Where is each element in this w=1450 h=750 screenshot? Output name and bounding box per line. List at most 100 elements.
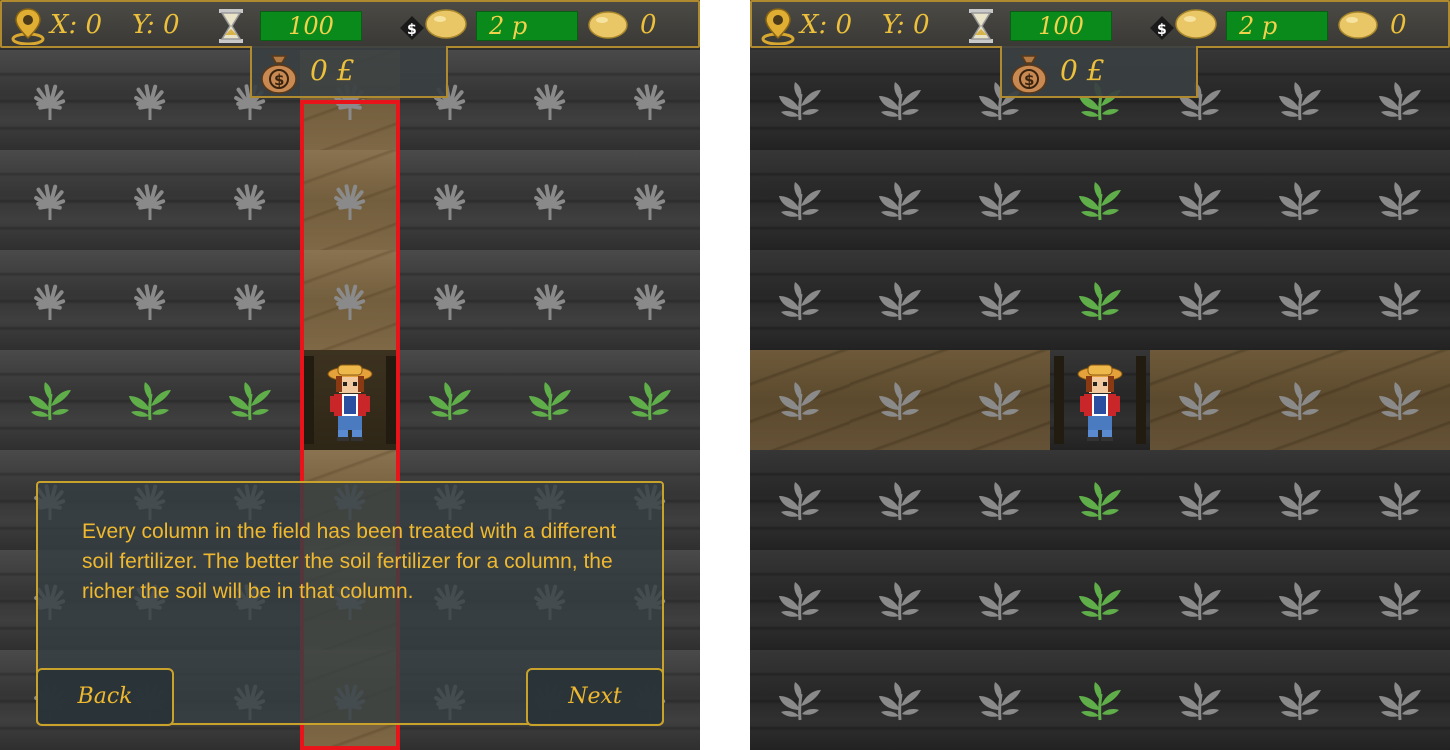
potato-plant-icon — [29, 382, 71, 421]
field-tile — [1350, 50, 1450, 150]
price-tag-potato-icon: $ — [1150, 9, 1217, 40]
field-tile — [400, 150, 500, 250]
field-tile — [500, 50, 600, 150]
price-tag-potato-icon: $ — [400, 9, 467, 40]
potato-plant-icon — [1079, 682, 1121, 721]
potato-plant-icon — [879, 182, 921, 221]
hud-bar: X: 0 Y: 0 100 $ 2 p 0 — [750, 0, 1450, 48]
potato-plant-icon — [979, 182, 1021, 221]
withered-plant-icon — [34, 84, 66, 120]
tutorial-message: Every column in the field has been treat… — [82, 520, 617, 603]
field-tile — [750, 250, 850, 350]
withered-plant-icon — [634, 284, 666, 320]
svg-text:$: $ — [407, 22, 417, 38]
withered-plant-icon — [634, 184, 666, 220]
timer-value: 100 — [1010, 11, 1112, 41]
back-button[interactable]: Back — [36, 668, 174, 726]
field-tile — [750, 550, 850, 650]
withered-plant-icon — [534, 84, 566, 120]
field-tile — [1350, 450, 1450, 550]
field-tile — [850, 550, 950, 650]
potato-plant-icon — [979, 482, 1021, 521]
potato-plant-icon — [1279, 682, 1321, 721]
field-tile — [1250, 450, 1350, 550]
field-tile — [500, 350, 600, 450]
field-tile — [500, 250, 600, 350]
potato-plant-icon — [979, 282, 1021, 321]
potato-plant-icon — [1279, 282, 1321, 321]
field-tile — [750, 350, 850, 450]
field-tile — [950, 650, 1050, 750]
potato-plant-icon — [779, 282, 821, 321]
potato-plant-icon — [129, 382, 171, 421]
potato-plant-icon — [1279, 382, 1321, 421]
field-tile — [950, 250, 1050, 350]
field-tile — [600, 250, 700, 350]
potato-plant-icon — [779, 82, 821, 121]
potato-plant-icon — [1279, 82, 1321, 121]
field-tile — [1050, 250, 1150, 350]
field-tile — [400, 250, 500, 350]
field-tile — [1150, 150, 1250, 250]
withered-plant-icon — [134, 184, 166, 220]
hourglass-icon — [969, 9, 993, 43]
money-value: 0 £ — [310, 54, 355, 87]
money-bag-icon: $ — [261, 55, 297, 94]
field-tile — [850, 650, 950, 750]
potato-plant-icon — [1379, 382, 1421, 421]
potato-plant-icon — [1179, 682, 1221, 721]
field-tile — [750, 50, 850, 150]
potato-plant-icon — [629, 382, 671, 421]
next-button[interactable]: Next — [526, 668, 664, 726]
y-coordinate: Y: 0 — [882, 10, 930, 40]
field-tile — [1050, 450, 1150, 550]
withered-plant-icon — [34, 184, 66, 220]
potato-plant-icon — [1279, 182, 1321, 221]
field-tile — [1250, 650, 1350, 750]
field-tile — [1150, 650, 1250, 750]
potato-plant-icon — [879, 482, 921, 521]
potato-plant-icon — [529, 382, 571, 421]
potato-plant-icon — [229, 382, 271, 421]
potato-plant-icon — [1179, 182, 1221, 221]
potato-plant-icon — [879, 82, 921, 121]
withered-plant-icon — [434, 184, 466, 220]
potato-count: 0 — [1390, 10, 1407, 40]
money-panel: $ 0 £ — [1000, 46, 1198, 98]
field-tile — [1350, 650, 1450, 750]
field-tile — [600, 50, 700, 150]
field-tile — [850, 150, 950, 250]
potato-plant-icon — [779, 482, 821, 521]
field-tile — [1350, 150, 1450, 250]
game-view-left: X: 0 Y: 0 100 $ 2 p 0 $ 0 £ Every column… — [0, 0, 700, 750]
field-tile — [1150, 550, 1250, 650]
field-tile — [1250, 50, 1350, 150]
hourglass-icon — [219, 9, 243, 43]
field-tile — [850, 250, 950, 350]
field-tile — [0, 250, 100, 350]
field-tile — [1050, 550, 1150, 650]
field-tile — [500, 150, 600, 250]
field-tile — [1250, 550, 1350, 650]
field-tile — [0, 350, 100, 450]
potato-icon — [1338, 11, 1378, 39]
withered-plant-icon — [534, 184, 566, 220]
field-tile — [1250, 250, 1350, 350]
field-tile — [1150, 450, 1250, 550]
potato-plant-icon — [1079, 282, 1121, 321]
field-tile — [1250, 350, 1350, 450]
withered-plant-icon — [634, 84, 666, 120]
potato-plant-icon — [1379, 282, 1421, 321]
price-value: 2 p — [476, 11, 578, 41]
field-grid — [750, 50, 1450, 750]
potato-plant-icon — [1079, 182, 1121, 221]
potato-plant-icon — [1379, 682, 1421, 721]
potato-plant-icon — [1379, 182, 1421, 221]
field-tile — [200, 350, 300, 450]
field-tile — [0, 150, 100, 250]
potato-plant-icon — [779, 382, 821, 421]
field-tile — [600, 350, 700, 450]
money-panel: $ 0 £ — [250, 46, 448, 98]
y-coordinate: Y: 0 — [132, 10, 180, 40]
potato-plant-icon — [1279, 482, 1321, 521]
